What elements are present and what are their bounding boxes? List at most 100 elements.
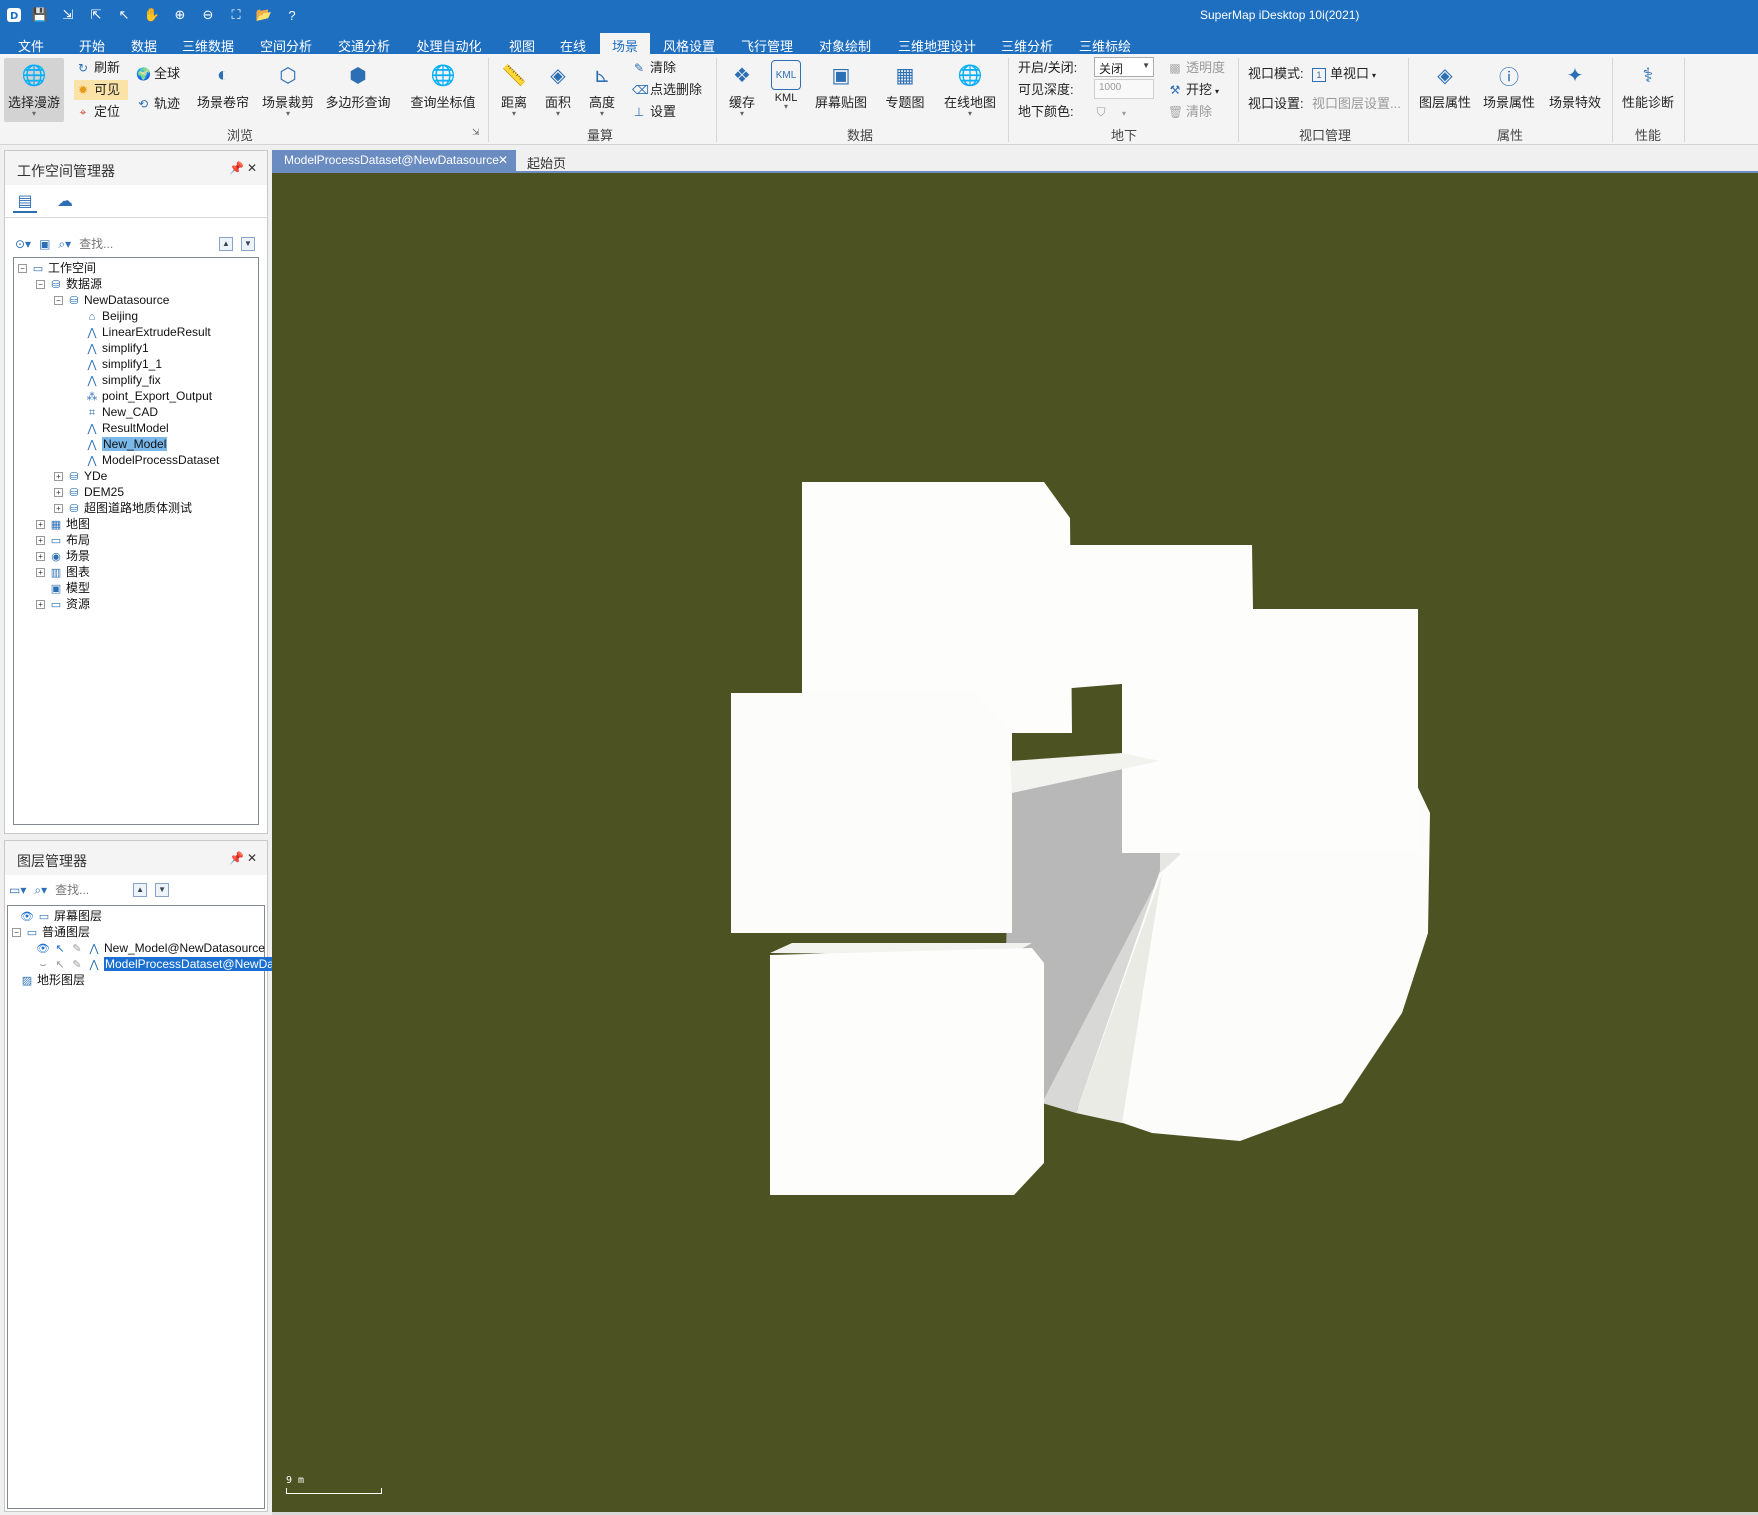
tree-item[interactable]: ⋀ simplify1_1 (72, 356, 162, 372)
tree-item[interactable]: ⋀ New_Model (72, 436, 168, 452)
tree-item[interactable]: + ⛁ DEM25 (54, 484, 124, 500)
collapse-icon[interactable]: − (12, 928, 21, 938)
tree-item[interactable]: ⁂ point_Export_Output (72, 388, 213, 404)
visible-depth-input[interactable]: 1000 (1094, 79, 1154, 99)
zoom-out-icon[interactable]: ⊖ (198, 5, 218, 25)
expand-icon[interactable]: + (54, 504, 63, 514)
eye-icon[interactable]: 👁 (36, 941, 50, 957)
tab-scene[interactable]: 场景 (600, 33, 650, 54)
tab-start-page[interactable]: 起始页 (527, 153, 566, 172)
tree-item[interactable]: + ▭ 布局 (36, 532, 90, 548)
arrow-up-icon[interactable]: ▲ (219, 237, 233, 251)
layer-row-screen[interactable]: 👁 ▭ 屏幕图层 (20, 908, 102, 924)
height-button[interactable]: ⊾ 高度 ▾ (582, 58, 622, 118)
eye-hidden-icon[interactable]: ⌣ (36, 957, 50, 973)
cache-button[interactable]: ❖ 缓存 ▾ (722, 58, 762, 118)
viewport-layer-settings-button[interactable]: 视口图层设置... (1312, 94, 1401, 114)
view-options-icon[interactable]: ⊙▾ (15, 237, 31, 251)
tab-data[interactable]: 数据 (122, 33, 166, 54)
tree-item[interactable]: ⌂ Beijing (72, 308, 138, 324)
tab-online[interactable]: 在线 (550, 33, 596, 54)
collapse-icon[interactable]: − (18, 264, 27, 274)
open-file-icon[interactable]: ▣ (39, 237, 50, 251)
area-button[interactable]: ◈ 面积 ▾ (538, 58, 578, 118)
expand-icon[interactable]: + (36, 552, 45, 562)
performance-diagnose-button[interactable]: ⚕ 性能诊断 (1620, 58, 1676, 111)
layer-properties-button[interactable]: ◈ 图层属性 (1416, 58, 1474, 111)
pin-icon[interactable]: 📌 (229, 161, 244, 175)
workspace-search-input[interactable] (79, 237, 170, 251)
pin-icon[interactable]: 📌 (229, 851, 244, 865)
edit-lock-icon[interactable]: ✎ (70, 941, 84, 957)
globe-button[interactable]: 🌍 全球 (136, 64, 180, 84)
underground-toggle-combo[interactable]: 关闭 ▼ (1094, 57, 1154, 77)
tree-item[interactable]: ⋀ LinearExtrudeResult (72, 324, 210, 340)
app-logo-icon[interactable]: D (4, 5, 24, 25)
viewport-mode-dropdown[interactable]: 1 单视口 ▾ (1312, 64, 1376, 84)
collapse-icon[interactable]: − (36, 280, 45, 290)
thematic-map-button[interactable]: ▦ 专题图 (880, 58, 930, 111)
kml-button[interactable]: KML KML ▾ (768, 58, 804, 111)
online-map-button[interactable]: 🌐 在线地图 ▾ (940, 58, 1000, 118)
tab-3d-analysis[interactable]: 三维分析 (994, 33, 1060, 54)
excavate-button[interactable]: ⚒ 开挖 ▾ (1168, 80, 1219, 100)
tab-flight-management[interactable]: 飞行管理 (734, 33, 800, 54)
tab-3d-plotting[interactable]: 三维标绘 (1072, 33, 1138, 54)
pick-delete-button[interactable]: ⌫点选删除 (632, 80, 702, 100)
arrow-down-icon[interactable]: ▼ (155, 883, 170, 897)
search-icon[interactable]: ⌕▾ (34, 883, 47, 898)
query-coordinate-button[interactable]: 🌐 查询坐标值 (408, 58, 478, 111)
scene-shutter-button[interactable]: ◐ 场景卷帘 (194, 58, 252, 111)
search-icon[interactable]: ⌕▾ (58, 237, 71, 252)
expand-icon[interactable]: + (36, 520, 45, 530)
tree-item[interactable]: ▣ 模型 (36, 580, 90, 596)
workspace-tree-tab-icon[interactable]: ▤ (13, 191, 37, 213)
select-roam-button[interactable]: 🌐 选择漫游 ▾ (4, 58, 64, 122)
layer-search-input[interactable] (55, 883, 126, 897)
cloud-workspace-tab-icon[interactable]: ☁ (53, 191, 77, 213)
tree-item[interactable]: + ▭ 资源 (36, 596, 90, 612)
tree-item[interactable]: − ⛁ NewDatasource (54, 292, 169, 308)
selectable-pointer-icon[interactable]: ↖ (53, 941, 67, 957)
underground-color-picker[interactable]: ⛉ ▾ (1094, 102, 1126, 122)
expand-icon[interactable]: + (54, 472, 63, 482)
expand-icon[interactable]: + (36, 536, 45, 546)
selectable-pointer-icon[interactable]: ↖ (53, 957, 67, 973)
expand-icon[interactable]: + (36, 568, 45, 578)
scene-clip-button[interactable]: ⬡ 场景裁剪 ▾ (258, 58, 318, 118)
tree-item[interactable]: ⋀ ModelProcessDataset (72, 452, 219, 468)
tab-3d-data[interactable]: 三维数据 (176, 33, 240, 54)
eye-icon[interactable]: 👁 (20, 909, 34, 925)
tab-file[interactable]: 文件 (6, 33, 56, 54)
arrow-up-icon[interactable]: ▲ (133, 883, 148, 897)
scene-effects-button[interactable]: ✦ 场景特效 (1546, 58, 1604, 111)
close-icon[interactable]: ✕ (247, 851, 257, 865)
tree-item[interactable]: ⋀ simplify_fix (72, 372, 160, 388)
refresh-button[interactable]: ↻ 刷新 (76, 58, 120, 78)
visible-button[interactable]: ✹ 可见 (74, 80, 128, 100)
scene-3d-models[interactable] (272, 173, 1758, 1512)
tree-item[interactable]: − ⛁ 数据源 (36, 276, 102, 292)
save-icon[interactable]: 💾 (30, 5, 50, 25)
tab-style-settings[interactable]: 风格设置 (656, 33, 722, 54)
expand-icon[interactable]: + (36, 600, 45, 610)
export-icon[interactable]: ⇱ (86, 5, 106, 25)
layer-row-terrain[interactable]: ▨ 地形图层 (20, 972, 85, 988)
tree-item[interactable]: − ▭ 工作空间 (18, 260, 96, 276)
tree-item[interactable]: + ⛁ 超图道路地质体测试 (54, 500, 192, 516)
track-button[interactable]: ⟲ 轨迹 (136, 94, 180, 114)
tab-3d-geodesign[interactable]: 三维地理设计 (890, 33, 984, 54)
tab-spatial-analysis[interactable]: 空间分析 (254, 33, 318, 54)
tab-traffic-analysis[interactable]: 交通分析 (332, 33, 396, 54)
tree-item[interactable]: ⋀ ResultModel (72, 420, 168, 436)
select-pointer-icon[interactable]: ↖ (114, 5, 134, 25)
expand-icon[interactable]: + (54, 488, 63, 498)
tree-item[interactable]: ⌗ New_CAD (72, 404, 158, 420)
tab-model-process-dataset[interactable]: ModelProcessDataset@NewDatasource ✕ (272, 150, 516, 171)
browse-dialog-launcher-icon[interactable]: ⇲ (472, 122, 480, 142)
tree-item[interactable]: + ⛁ YDe (54, 468, 107, 484)
scene-viewport[interactable]: 9 m (272, 173, 1758, 1512)
tree-item[interactable]: + ▥ 图表 (36, 564, 90, 580)
locate-button[interactable]: ⌖ 定位 (76, 102, 120, 122)
tab-automation[interactable]: 处理自动化 (410, 33, 488, 54)
